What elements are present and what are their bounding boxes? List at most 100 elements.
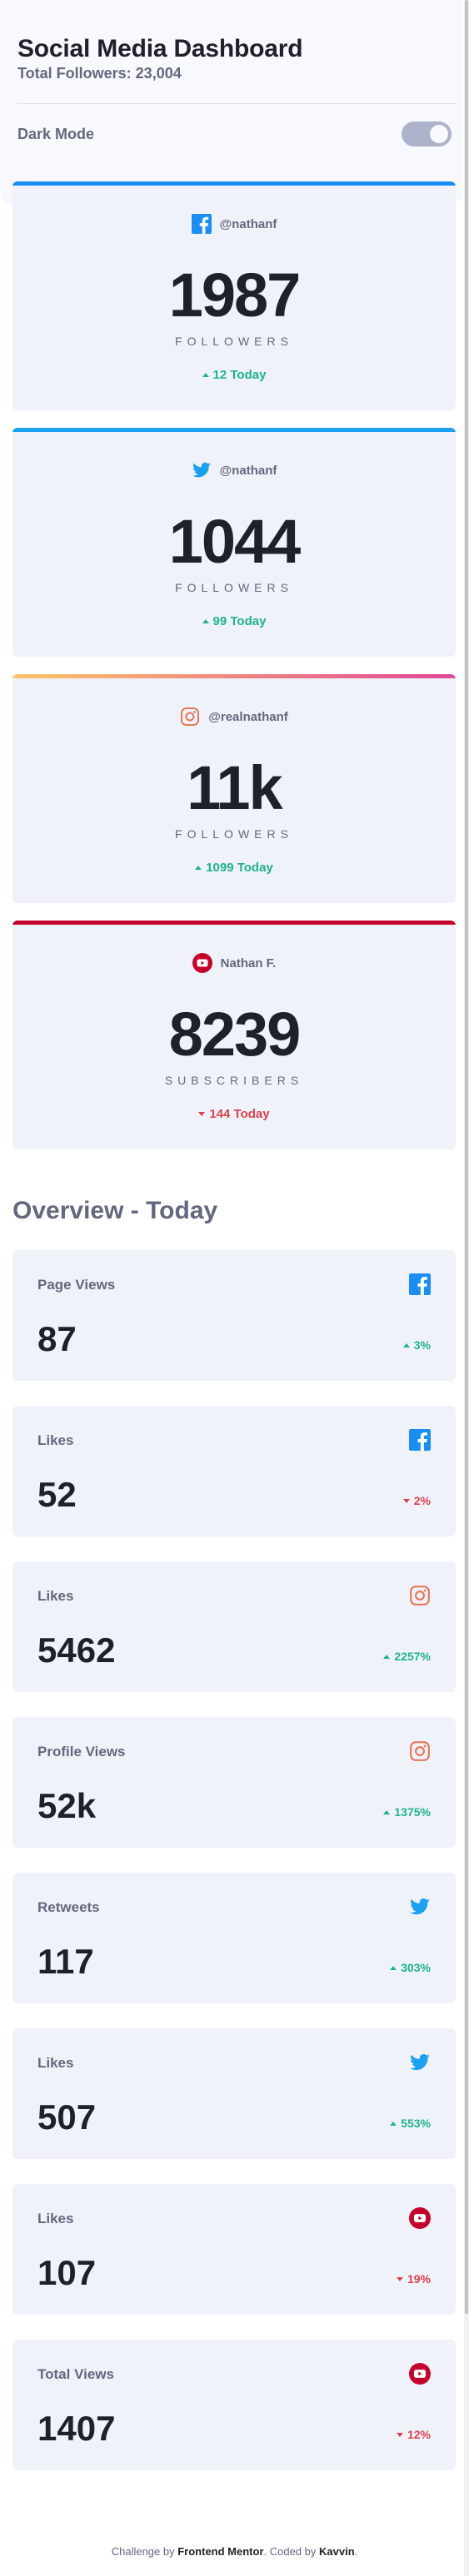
overview-card[interactable]: Likes 107 19% bbox=[12, 2184, 456, 2315]
card-handle: @nathanf bbox=[12, 460, 456, 480]
overview-change: 2257% bbox=[383, 1650, 431, 1663]
footer: Challenge by Frontend Mentor. Coded by K… bbox=[0, 2545, 469, 2558]
today-change-text: 144 Today bbox=[209, 1107, 270, 1121]
overview-value: 5462 bbox=[37, 1630, 116, 1670]
overview-change-text: 2257% bbox=[394, 1650, 431, 1663]
dark-mode-label: Dark Mode bbox=[17, 126, 95, 142]
instagram-icon bbox=[409, 1585, 431, 1606]
overview-label: Likes bbox=[37, 1432, 74, 1448]
overview-card[interactable]: Retweets 117 303% bbox=[12, 1873, 456, 2003]
overview-card[interactable]: Total Views 1407 12% bbox=[12, 2340, 456, 2470]
follower-unit: FOLLOWERS bbox=[175, 581, 293, 594]
card-accent-bar bbox=[12, 181, 456, 186]
facebook-icon bbox=[409, 1273, 431, 1295]
overview-value: 52 bbox=[37, 1475, 77, 1514]
follower-unit: SUBSCRIBERS bbox=[164, 1074, 304, 1087]
caret-down-icon bbox=[402, 1499, 410, 1503]
youtube-icon bbox=[192, 953, 212, 973]
follower-card-facebook[interactable]: @nathanf 1987 FOLLOWERS 12 Today bbox=[12, 181, 456, 410]
overview-change-text: 553% bbox=[401, 2117, 431, 2130]
caret-up-icon bbox=[202, 373, 209, 377]
total-followers: Total Followers: 23,004 bbox=[17, 65, 182, 82]
youtube-icon bbox=[409, 2363, 431, 2385]
overview-card[interactable]: Likes 507 553% bbox=[12, 2028, 456, 2159]
follower-card-instagram[interactable]: @realnathanf 11k FOLLOWERS 1099 Today bbox=[12, 674, 456, 903]
overview-value: 1407 bbox=[37, 2409, 116, 2448]
overview-change: 1375% bbox=[383, 1805, 431, 1819]
overview-change-text: 12% bbox=[407, 2428, 431, 2441]
today-change: 144 Today bbox=[12, 1107, 456, 1121]
follower-unit: FOLLOWERS bbox=[175, 335, 293, 348]
handle-text: @nathanf bbox=[219, 463, 277, 478]
card-handle: @realnathanf bbox=[12, 707, 456, 727]
twitter-icon bbox=[409, 1896, 431, 1918]
overview-change: 3% bbox=[402, 1338, 431, 1352]
today-change: 1099 Today bbox=[12, 861, 456, 875]
follower-card-youtube[interactable]: Nathan F. 8239 SUBSCRIBERS 144 Today bbox=[12, 921, 456, 1149]
follower-count: 8239 bbox=[168, 1000, 302, 1069]
overview-value: 87 bbox=[37, 1319, 77, 1358]
header-divider bbox=[17, 103, 456, 104]
dark-mode-toggle[interactable] bbox=[402, 122, 452, 146]
toggle-knob bbox=[430, 125, 448, 143]
follower-count: 11k bbox=[187, 753, 282, 822]
today-change: 99 Today bbox=[12, 614, 456, 628]
author-link[interactable]: Kavvin bbox=[319, 2545, 355, 2558]
overview-title: Overview - Today bbox=[12, 1197, 218, 1224]
overview-card[interactable]: Likes 52 2% bbox=[12, 1406, 456, 1536]
frontend-mentor-link[interactable]: Frontend Mentor bbox=[177, 2545, 263, 2558]
caret-down-icon bbox=[198, 1112, 206, 1116]
instagram-icon bbox=[180, 707, 200, 727]
overview-label: Total Views bbox=[37, 2366, 114, 2382]
youtube-icon bbox=[409, 2207, 431, 2229]
scrollbar-thumb[interactable] bbox=[465, 0, 468, 2314]
overview-change-text: 1375% bbox=[394, 1805, 431, 1819]
card-accent-bar bbox=[12, 428, 456, 432]
overview-label: Profile Views bbox=[37, 1744, 126, 1760]
overview-change: 303% bbox=[390, 1961, 431, 1974]
card-handle: Nathan F. bbox=[12, 953, 456, 973]
caret-down-icon bbox=[396, 2277, 403, 2281]
overview-value: 52k bbox=[37, 1786, 97, 1825]
card-accent-bar bbox=[12, 674, 456, 678]
instagram-icon bbox=[409, 1740, 431, 1762]
card-accent-bar bbox=[12, 921, 456, 925]
follower-unit: FOLLOWERS bbox=[175, 827, 293, 841]
today-change-text: 12 Today bbox=[212, 368, 267, 382]
footer-middle: . Coded by bbox=[263, 2545, 317, 2558]
follower-count: 1987 bbox=[168, 261, 302, 330]
caret-up-icon bbox=[402, 1343, 410, 1348]
overview-change-text: 2% bbox=[413, 1494, 431, 1507]
overview-value: 107 bbox=[37, 2253, 97, 2292]
caret-up-icon bbox=[383, 1655, 391, 1659]
caret-up-icon bbox=[390, 2122, 397, 2126]
twitter-icon bbox=[409, 2052, 431, 2073]
overview-card[interactable]: Profile Views 52k 1375% bbox=[12, 1717, 456, 1848]
overview-card[interactable]: Page Views 87 3% bbox=[12, 1250, 456, 1381]
card-handle: @nathanf bbox=[12, 214, 456, 234]
overview-value: 117 bbox=[37, 1942, 94, 1981]
today-change-text: 99 Today bbox=[212, 614, 267, 628]
caret-up-icon bbox=[383, 1810, 391, 1814]
overview-change: 2% bbox=[402, 1494, 431, 1507]
twitter-icon bbox=[192, 460, 212, 480]
overview-change: 12% bbox=[396, 2428, 431, 2441]
facebook-icon bbox=[409, 1429, 431, 1451]
handle-text: @realnathanf bbox=[208, 709, 288, 724]
footer-suffix: . bbox=[354, 2545, 358, 2558]
overview-label: Page Views bbox=[37, 1277, 116, 1293]
overview-label: Likes bbox=[37, 2055, 74, 2071]
caret-up-icon bbox=[195, 866, 202, 870]
today-change: 12 Today bbox=[12, 368, 456, 382]
follower-card-twitter[interactable]: @nathanf 1044 FOLLOWERS 99 Today bbox=[12, 428, 456, 657]
handle-text: Nathan F. bbox=[220, 955, 277, 970]
overview-change-text: 19% bbox=[407, 2272, 431, 2286]
follower-count: 1044 bbox=[168, 507, 302, 576]
overview-label: Retweets bbox=[37, 1899, 100, 1915]
page-title: Social Media Dashboard bbox=[17, 35, 303, 62]
overview-change-text: 303% bbox=[401, 1961, 431, 1974]
overview-change: 553% bbox=[390, 2117, 431, 2130]
today-change-text: 1099 Today bbox=[206, 861, 273, 875]
overview-card[interactable]: Likes 5462 2257% bbox=[12, 1561, 456, 1692]
footer-prefix: Challenge by bbox=[111, 2545, 175, 2558]
